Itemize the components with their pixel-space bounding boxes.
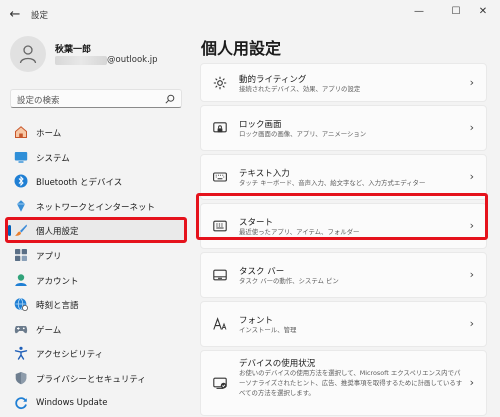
nav-item-privacy-security[interactable]: プライバシーとセキュリティ (8, 366, 186, 391)
shield-icon (15, 371, 27, 385)
card-description: ロック画面の画像、アプリ、アニメーション (239, 130, 367, 138)
close-button[interactable]: ✕ (475, 4, 491, 20)
device-usage-icon (213, 377, 227, 389)
taskbar-icon (213, 269, 227, 281)
selected-nav-highlight-box (5, 217, 187, 243)
card-description: お使いのデバイスの使用方法を選択して、Microsoft エクスペリエンス内でパ… (239, 369, 463, 397)
nav-item-windows-update[interactable]: Windows Update (8, 391, 186, 416)
settings-card-dynamic-lighting[interactable]: 動的ライティング 接続されたデバイス、効果、アプリの設定 › (200, 63, 487, 102)
nav-item-accounts[interactable]: アカウント (8, 268, 186, 293)
nav-label: ゲーム (36, 325, 62, 336)
nav-label: Bluetooth とデバイス (36, 178, 123, 189)
maximize-button[interactable]: ☐ (448, 4, 464, 20)
keyboard-icon (213, 172, 227, 182)
search-icon (165, 94, 175, 104)
settings-card-taskbar[interactable]: タスク バー タスク バーの動作、システム ピン › (200, 252, 487, 298)
user-email-domain: @outlook.jp (107, 55, 158, 65)
card-description: 接続されたデバイス、効果、アプリの設定 (239, 85, 361, 93)
nav-label: アカウント (36, 276, 79, 287)
fonts-icon (213, 317, 227, 330)
settings-list: 動的ライティング 接続されたデバイス、効果、アプリの設定 › ロック画面 ロック… (200, 63, 487, 417)
gaming-icon (14, 325, 28, 334)
user-name: 秋葉一郎 (55, 45, 92, 55)
user-icon (19, 45, 37, 64)
lock-screen-icon (213, 122, 227, 133)
nav-item-accessibility[interactable]: アクセシビリティ (8, 341, 186, 366)
windows-update-icon (15, 396, 27, 409)
nav-label: アプリ (36, 251, 62, 262)
nav-label: 時刻と言語 (36, 301, 79, 312)
chevron-right-icon: › (469, 317, 474, 330)
nav-item-home[interactable]: ホーム (8, 120, 186, 145)
nav-item-bluetooth[interactable]: Bluetooth とデバイス (8, 169, 186, 194)
search-input[interactable]: 設定の検索 (10, 89, 182, 108)
chevron-right-icon: › (469, 268, 474, 281)
accessibility-icon (14, 347, 28, 361)
minimize-button[interactable]: — (411, 4, 427, 20)
nav-item-apps[interactable]: アプリ (8, 243, 186, 268)
card-description: タスク バーの動作、システム ピン (239, 277, 339, 285)
chevron-right-icon: › (469, 376, 474, 389)
nav-label: Windows Update (36, 397, 108, 408)
settings-card-fonts[interactable]: フォント インストール、管理 › (200, 301, 487, 347)
dynamic-lighting-icon (213, 76, 227, 89)
nav-label: ネットワークとインターネット (36, 202, 156, 213)
page-title: 個人用設定 (201, 39, 282, 58)
settings-card-device-usage[interactable]: デバイスの使用状況 お使いのデバイスの使用方法を選択して、Microsoft エ… (200, 350, 487, 416)
nav-label: ホーム (36, 129, 62, 139)
search-placeholder: 設定の検索 (17, 96, 60, 106)
settings-card-lock-screen[interactable]: ロック画面 ロック画面の画像、アプリ、アニメーション › (200, 105, 487, 151)
nav-label: システム (36, 153, 70, 164)
nav-item-network[interactable]: ネットワークとインターネット (8, 194, 186, 219)
app-title: 設定 (31, 11, 49, 21)
avatar (10, 36, 46, 72)
card-description: タッチ キーボード、音声入力、絵文字など、入力方式エディター (239, 179, 426, 187)
back-button[interactable]: ← (6, 6, 24, 24)
chevron-right-icon: › (469, 170, 474, 183)
title-bar: ← 設定 — ☐ ✕ (0, 0, 500, 30)
card-description: インストール、管理 (239, 326, 297, 334)
chevron-right-icon: › (469, 75, 474, 89)
nav-label: プライバシーとセキュリティ (36, 374, 146, 385)
nav-item-gaming[interactable]: ゲーム (8, 317, 186, 342)
chevron-right-icon: › (469, 121, 474, 134)
sidebar-nav: ホーム システム Bluetooth とデバイス ネットワークとインターネット … (8, 120, 186, 415)
system-icon (14, 151, 28, 163)
selected-card-highlight-box (196, 193, 488, 240)
email-redacted (55, 56, 107, 65)
network-icon (17, 199, 25, 212)
account-icon (15, 273, 27, 286)
bluetooth-icon (14, 174, 28, 188)
user-profile[interactable]: 秋葉一郎 @outlook.jp (10, 36, 190, 76)
home-icon (15, 126, 27, 138)
nav-item-system[interactable]: システム (8, 145, 186, 170)
time-language-icon (14, 298, 28, 312)
nav-label: アクセシビリティ (36, 350, 104, 361)
apps-icon (15, 248, 27, 261)
nav-item-time-language[interactable]: 時刻と言語 (8, 292, 186, 317)
